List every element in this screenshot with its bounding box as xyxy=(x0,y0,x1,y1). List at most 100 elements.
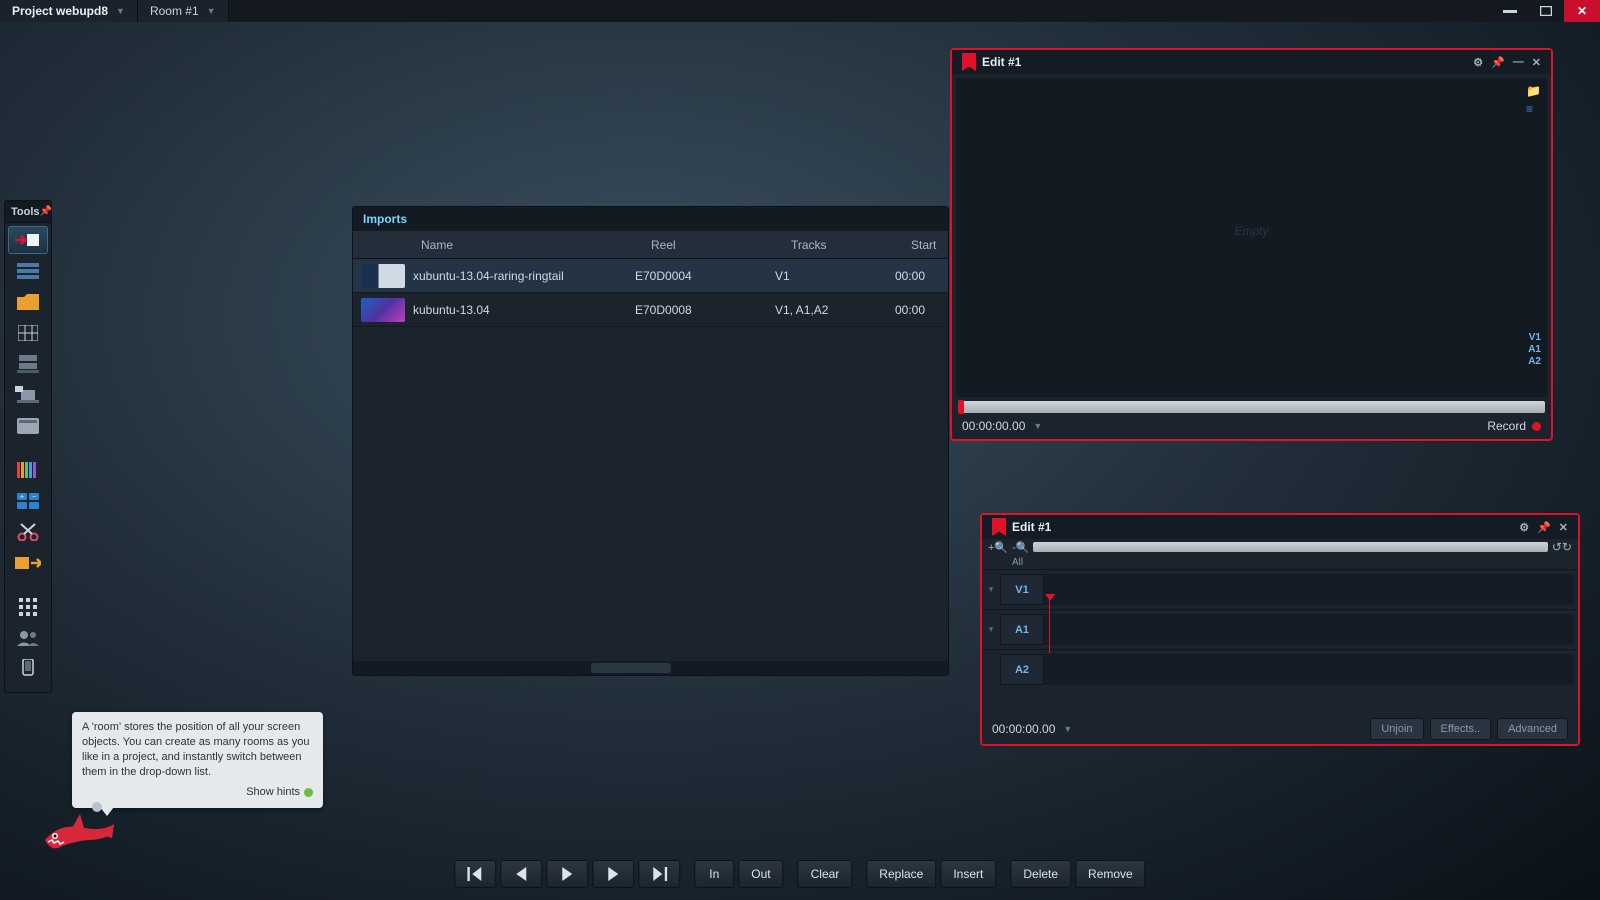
mascot-shark[interactable] xyxy=(40,810,120,855)
output-tool[interactable] xyxy=(8,381,48,409)
step-back-button[interactable] xyxy=(500,860,542,888)
table-row[interactable]: xubuntu-13.04-raring-ringtail E70D0004 V… xyxy=(353,259,948,293)
collapse-icon[interactable]: ▾ xyxy=(982,570,1000,609)
track-lane[interactable] xyxy=(1044,614,1574,645)
cell-reel: E70D0004 xyxy=(627,269,767,283)
rack-tool[interactable] xyxy=(8,257,48,285)
imports-header[interactable]: Imports xyxy=(353,207,948,231)
import-tool[interactable] xyxy=(8,226,48,254)
effects-button[interactable]: Effects.. xyxy=(1430,718,1492,740)
window-controls: ✕ xyxy=(1492,0,1600,22)
track-label-a2: A2 xyxy=(1528,356,1541,367)
cell-name: kubuntu-13.04 xyxy=(405,303,627,317)
collapse-icon[interactable] xyxy=(982,650,1000,689)
collapse-icon[interactable]: ▾ xyxy=(982,610,1000,649)
maximize-button[interactable] xyxy=(1528,0,1564,22)
horizontal-scrollbar[interactable] xyxy=(353,661,948,675)
disk-tool[interactable] xyxy=(8,412,48,440)
timecode: 00:00:00.00 xyxy=(962,419,1025,433)
room-tab[interactable]: Room #1 ▼ xyxy=(138,0,229,22)
room-label: Room #1 xyxy=(150,4,199,18)
tools-header[interactable]: Tools 📌 xyxy=(5,201,51,223)
mark-out-button[interactable]: Out xyxy=(738,860,783,888)
pin-icon[interactable]: 📌 xyxy=(1537,521,1551,534)
imports-title: Imports xyxy=(363,212,407,226)
list-icon[interactable]: ≡ xyxy=(1526,102,1541,116)
track-label-v1: V1 xyxy=(1528,332,1541,343)
cut-tool[interactable] xyxy=(8,518,48,546)
chevron-down-icon[interactable]: ▼ xyxy=(1033,421,1042,431)
loop-icon[interactable]: ↺↻ xyxy=(1552,540,1572,554)
close-icon[interactable]: ✕ xyxy=(1559,521,1568,534)
timecode: 00:00:00.00 xyxy=(992,722,1055,736)
table-row[interactable]: kubuntu-13.04 E70D0008 V1, A1,A2 00:00 xyxy=(353,293,948,327)
col-reel[interactable]: Reel xyxy=(643,238,783,252)
track-lane[interactable] xyxy=(1044,574,1574,605)
mark-in-button[interactable]: In xyxy=(694,860,734,888)
storage-tool[interactable] xyxy=(8,350,48,378)
track-label-button[interactable]: A2 xyxy=(1000,654,1044,685)
step-forward-button[interactable] xyxy=(592,860,634,888)
zoom-track[interactable] xyxy=(1033,542,1547,552)
track-lane[interactable] xyxy=(1044,654,1574,685)
imports-columns: Name Reel Tracks Start xyxy=(353,231,948,259)
col-start[interactable]: Start xyxy=(903,238,948,252)
delete-button[interactable]: Delete xyxy=(1010,860,1071,888)
track-row-a1: ▾ A1 xyxy=(982,609,1578,649)
folder-tool[interactable] xyxy=(8,288,48,316)
device-tool[interactable] xyxy=(8,655,48,683)
track-row-a2: A2 xyxy=(982,649,1578,689)
pin-icon[interactable]: 📌 xyxy=(1491,56,1505,69)
advanced-button[interactable]: Advanced xyxy=(1497,718,1568,740)
timeline-playhead[interactable] xyxy=(1049,599,1050,653)
viewer-stage[interactable]: 📁 ≡ Empty V1 A1 A2 xyxy=(956,78,1547,397)
close-button[interactable]: ✕ xyxy=(1564,0,1600,22)
col-name[interactable]: Name xyxy=(413,238,643,252)
project-label: Project webupd8 xyxy=(12,4,108,18)
go-end-button[interactable] xyxy=(638,860,680,888)
show-hints-link[interactable]: Show hints xyxy=(82,785,313,800)
viewer-header[interactable]: Edit #1 ⚙ 📌 — ✕ xyxy=(952,50,1551,74)
playhead-icon[interactable] xyxy=(958,400,964,414)
zoom-out-icon[interactable]: -🔍 xyxy=(1012,541,1029,554)
record-button[interactable]: Record xyxy=(1487,419,1541,433)
menubar: Project webupd8 ▼ Room #1 ▼ ✕ xyxy=(0,0,1600,22)
project-tab[interactable]: Project webupd8 ▼ xyxy=(0,0,138,22)
all-tracks-row[interactable]: All xyxy=(982,555,1578,569)
clear-button[interactable]: Clear xyxy=(798,860,853,888)
gear-icon[interactable]: ⚙ xyxy=(1473,56,1483,69)
track-labels: V1 A1 A2 xyxy=(1528,332,1541,367)
minimize-button[interactable] xyxy=(1492,0,1528,22)
unjoin-button[interactable]: Unjoin xyxy=(1370,718,1423,740)
play-button[interactable] xyxy=(546,860,588,888)
track-label-button[interactable]: A1 xyxy=(1000,614,1044,645)
track-label-a1: A1 xyxy=(1528,344,1541,355)
chevron-down-icon[interactable]: ▼ xyxy=(1063,724,1072,734)
minimize-icon[interactable]: — xyxy=(1513,56,1524,69)
users-tool[interactable] xyxy=(8,624,48,652)
folder-icon[interactable]: 📁 xyxy=(1526,84,1541,98)
chevron-down-icon: ▼ xyxy=(116,6,125,16)
remove-button[interactable]: Remove xyxy=(1075,860,1146,888)
go-start-button[interactable] xyxy=(454,860,496,888)
scrub-bar[interactable] xyxy=(958,401,1545,413)
col-tracks[interactable]: Tracks xyxy=(783,238,903,252)
grid-tool[interactable] xyxy=(8,319,48,347)
timeline-footer: 00:00:00.00 ▼ Unjoin Effects.. Advanced xyxy=(982,714,1578,744)
adjust-tool[interactable]: +− xyxy=(8,487,48,515)
gear-icon[interactable]: ⚙ xyxy=(1519,521,1529,534)
timeline-header[interactable]: Edit #1 ⚙ 📌 ✕ xyxy=(982,515,1578,539)
close-icon[interactable]: ✕ xyxy=(1532,56,1541,69)
svg-text:−: − xyxy=(32,494,36,501)
pin-icon[interactable]: 📌 xyxy=(40,206,52,217)
replace-button[interactable]: Replace xyxy=(866,860,936,888)
export-tool[interactable] xyxy=(8,549,48,577)
scopes-tool[interactable] xyxy=(8,456,48,484)
clip-thumbnail xyxy=(361,264,405,288)
insert-button[interactable]: Insert xyxy=(940,860,996,888)
zoom-in-icon[interactable]: +🔍 xyxy=(988,541,1008,554)
cell-start: 00:00 xyxy=(887,303,948,317)
apps-tool[interactable] xyxy=(8,593,48,621)
record-icon xyxy=(1532,422,1541,431)
track-label-button[interactable]: V1 xyxy=(1000,574,1044,605)
